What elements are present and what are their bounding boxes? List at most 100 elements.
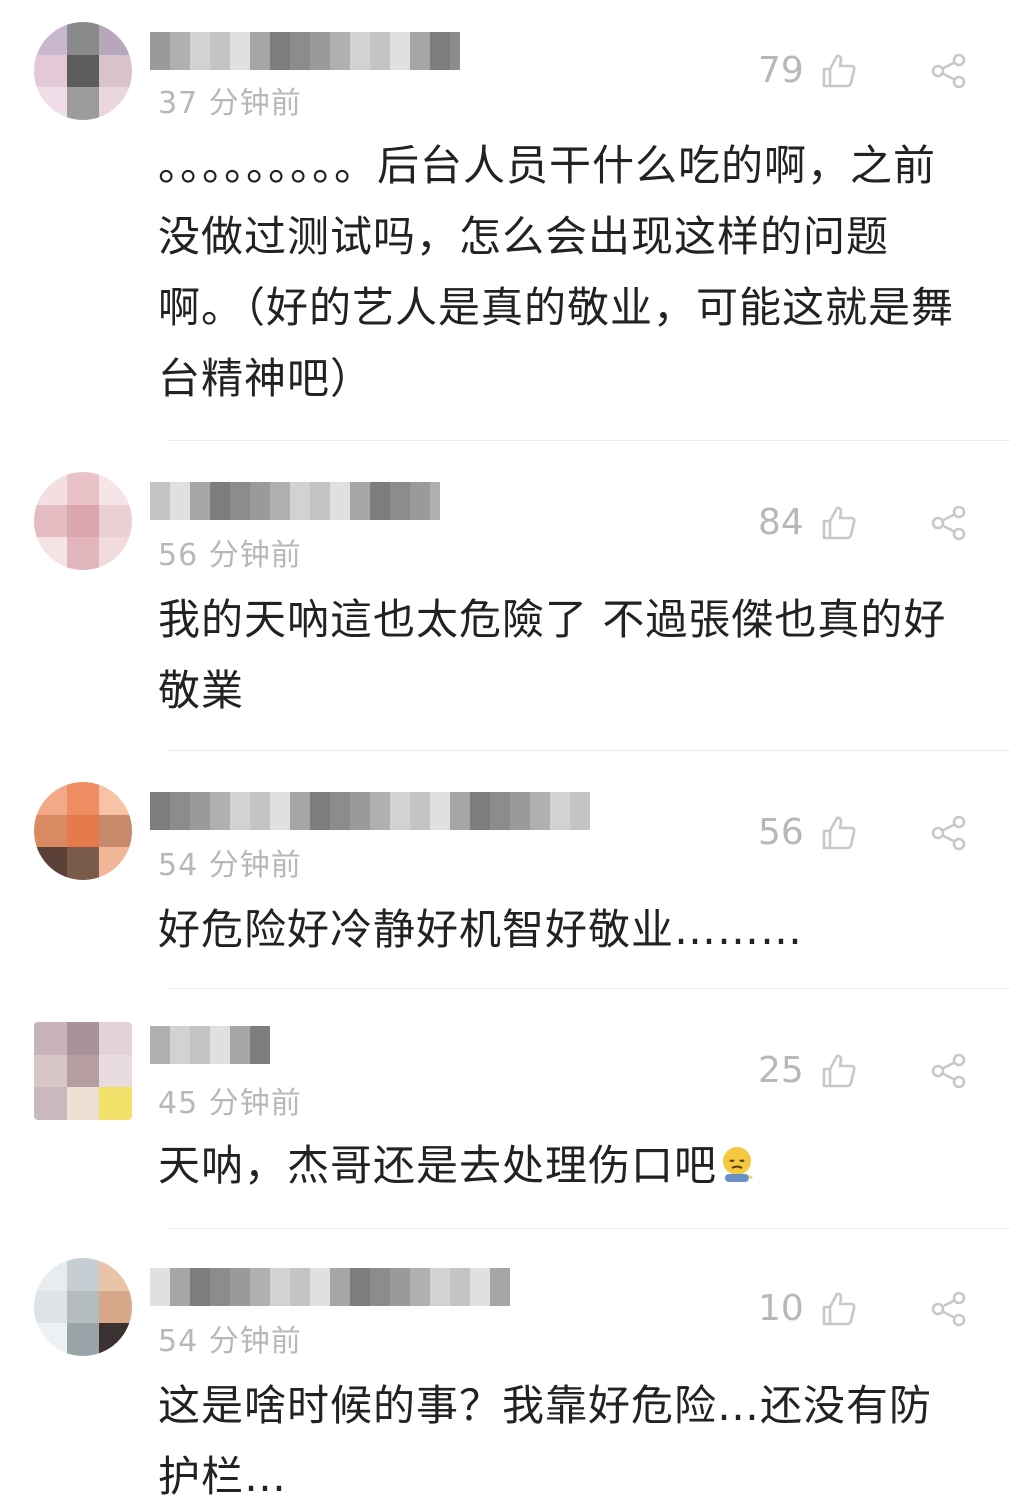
username-mosaic-block — [310, 1268, 330, 1306]
timestamp: 45 分钟前 — [158, 1086, 302, 1121]
avatar-pixel — [66, 504, 101, 539]
username-mosaic-block — [190, 32, 210, 70]
username-mosaic-block — [490, 792, 510, 830]
avatar-pixel — [34, 1258, 68, 1292]
avatar-pixel — [66, 814, 101, 849]
avatar-pixel — [66, 1258, 101, 1292]
username-mosaic-block — [270, 482, 290, 520]
username-mosaic-block — [390, 32, 410, 70]
username-mosaic-block — [450, 32, 460, 70]
username-mosaic-block — [370, 482, 390, 520]
thumbs-up-icon[interactable] — [820, 1290, 858, 1328]
avatar-pixel — [99, 537, 132, 570]
divider — [168, 988, 1010, 989]
username-mosaic-block — [230, 792, 250, 830]
avatar-pixel — [34, 1054, 68, 1089]
avatar[interactable] — [34, 782, 132, 880]
avatar-pixel — [99, 472, 132, 506]
avatar-pixel — [99, 1323, 132, 1356]
username-mosaic-block — [190, 482, 210, 520]
comment-text: 我的天吶這也太危險了 不過張傑也真的好敬業 — [158, 595, 947, 715]
username-mosaic-block — [330, 482, 350, 520]
avatar-pixel — [34, 537, 68, 570]
username-mosaic-block — [290, 32, 310, 70]
username-mosaic-block — [190, 1026, 210, 1064]
username-mosaic-block — [430, 792, 450, 830]
timestamp: 37 分钟前 — [158, 86, 302, 121]
avatar-pixel — [34, 87, 68, 120]
username-mosaic-block — [310, 482, 330, 520]
thumbs-up-icon[interactable] — [820, 1052, 858, 1090]
avatar-pixel — [34, 22, 68, 56]
username-mosaic-block — [350, 482, 370, 520]
avatar-pixel — [66, 22, 101, 56]
username[interactable] — [150, 482, 440, 520]
username-mosaic-block — [430, 1268, 450, 1306]
username-mosaic-block — [210, 482, 230, 520]
username-mosaic-block — [410, 1268, 430, 1306]
avatar-pixel — [66, 1022, 101, 1056]
avatar-pixel — [99, 1022, 132, 1056]
avatar[interactable] — [34, 22, 132, 120]
username-mosaic-block — [150, 482, 170, 520]
share-icon[interactable] — [930, 504, 968, 542]
username-mosaic-block — [250, 32, 270, 70]
username-mosaic-block — [490, 1268, 510, 1306]
username-mosaic-block — [210, 32, 230, 70]
username-mosaic-block — [250, 1026, 270, 1064]
comment-text: 好危险好冷静好机智好敬业……… — [158, 905, 804, 954]
avatar-pixel — [99, 87, 132, 120]
avatar-pixel — [99, 847, 132, 880]
avatar-pixel — [99, 1258, 132, 1292]
share-icon[interactable] — [930, 1052, 968, 1090]
avatar-pixel — [99, 504, 132, 539]
username[interactable] — [150, 32, 460, 70]
avatar-pixel — [34, 54, 68, 89]
thumbs-up-icon[interactable] — [820, 814, 858, 852]
username-mosaic-block — [310, 792, 330, 830]
share-icon[interactable] — [930, 1290, 968, 1328]
share-icon[interactable] — [930, 814, 968, 852]
avatar[interactable] — [34, 472, 132, 570]
username[interactable] — [150, 1026, 270, 1064]
username-mosaic-block — [530, 792, 550, 830]
avatar-pixel — [99, 782, 132, 816]
username-mosaic-block — [150, 1268, 170, 1306]
avatar[interactable] — [34, 1022, 132, 1120]
timestamp: 56 分钟前 — [158, 538, 302, 573]
avatar-pixel — [66, 1323, 101, 1356]
like-count: 79 — [758, 50, 804, 91]
username-mosaic-block — [170, 1026, 190, 1064]
username-mosaic-block — [170, 482, 190, 520]
avatar-pixel — [99, 1054, 132, 1089]
comment-text: 天呐，杰哥还是去处理伤口吧 — [158, 1130, 968, 1201]
thumbs-up-icon[interactable] — [820, 52, 858, 90]
username-mosaic-block — [270, 1268, 290, 1306]
username-mosaic-block — [410, 792, 430, 830]
username-mosaic-block — [270, 792, 290, 830]
comment-text: 这是啥时候的事？我靠好危险…还没有防护栏… — [158, 1381, 933, 1501]
username-mosaic-block — [370, 1268, 390, 1306]
timestamp: 54 分钟前 — [158, 848, 302, 883]
username-mosaic-block — [450, 1268, 470, 1306]
avatar[interactable] — [34, 1258, 132, 1356]
username-mosaic-block — [230, 1026, 250, 1064]
divider — [168, 1228, 1010, 1229]
username[interactable] — [150, 1268, 510, 1306]
username-mosaic-block — [330, 792, 350, 830]
thumbs-up-icon[interactable] — [820, 504, 858, 542]
username-mosaic-block — [390, 482, 410, 520]
username-mosaic-block — [310, 32, 330, 70]
username-mosaic-block — [230, 32, 250, 70]
username-mosaic-block — [550, 792, 570, 830]
avatar-pixel — [66, 1290, 101, 1325]
username-mosaic-block — [250, 792, 270, 830]
username-mosaic-block — [210, 1026, 230, 1064]
username-mosaic-block — [350, 32, 370, 70]
username[interactable] — [150, 792, 590, 830]
avatar-pixel — [66, 54, 101, 89]
share-icon[interactable] — [930, 52, 968, 90]
avatar-pixel — [34, 782, 68, 816]
avatar-pixel — [34, 504, 68, 539]
username-mosaic-block — [210, 1268, 230, 1306]
